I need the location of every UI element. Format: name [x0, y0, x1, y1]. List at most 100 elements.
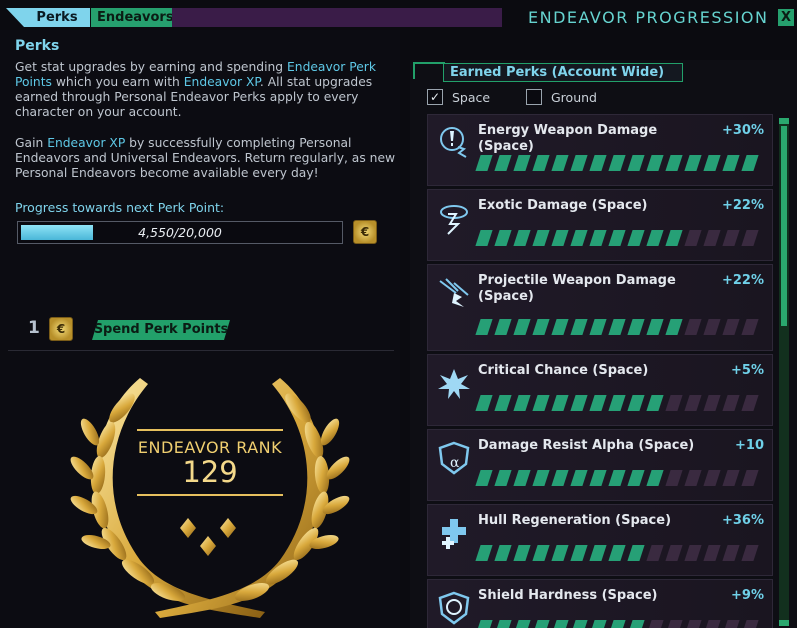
perk-value: +9%: [731, 588, 764, 603]
progress-segment-filled: [513, 470, 531, 486]
ground-checkbox[interactable]: [526, 89, 542, 105]
progress-segment-filled: [589, 230, 607, 246]
tab-notch: [6, 8, 24, 27]
progress-segment-filled: [532, 155, 550, 171]
progress-segment-empty: [722, 545, 740, 561]
scrollbar-thumb[interactable]: [781, 126, 787, 326]
progress-segment-empty: [684, 395, 702, 411]
progress-text: 4,550/20,000: [138, 225, 222, 240]
laurel-wreath-icon: [70, 378, 350, 618]
progress-segment-empty: [665, 620, 683, 628]
progress-segment-empty: [741, 470, 759, 486]
progress-segment-filled: [608, 620, 626, 628]
progress-segment-filled: [589, 155, 607, 171]
close-button[interactable]: X: [778, 9, 794, 26]
progress-segment-empty: [684, 545, 702, 561]
perk-card[interactable]: Hull Regeneration (Space) +36%: [427, 504, 773, 576]
perk-value: +22%: [721, 198, 764, 213]
desc-text: Gain: [15, 136, 48, 150]
progress-segment-filled: [627, 395, 645, 411]
perk-progress-bar: 4,550/20,000: [17, 221, 343, 244]
perk-card[interactable]: Energy Weapon Damage (Space) +30%: [427, 114, 773, 186]
progress-segment-filled: [551, 319, 569, 335]
spend-perk-points-button[interactable]: Spend Perk Points: [92, 320, 230, 340]
endeavor-xp-link[interactable]: Endeavor XP: [47, 136, 125, 150]
progress-segment-filled: [722, 155, 740, 171]
progress-segment-filled: [589, 545, 607, 561]
perk-value: +5%: [731, 363, 764, 378]
progress-segment-empty: [722, 620, 740, 628]
perk-value: +36%: [721, 513, 764, 528]
progress-segment-empty: [741, 620, 759, 628]
progress-segment-filled: [494, 545, 512, 561]
perk-card[interactable]: Projectile Weapon Damage (Space) +22%: [427, 264, 773, 351]
progress-segment-filled: [589, 620, 607, 628]
progress-segment-empty: [703, 620, 721, 628]
progress-segment-empty: [684, 230, 702, 246]
perk-points-count: 1: [28, 318, 40, 338]
tab-endeavors[interactable]: Endeavors: [91, 8, 179, 27]
progress-segment-empty: [703, 319, 721, 335]
perk-list: Energy Weapon Damage (Space) +30% Exotic D…: [423, 112, 775, 628]
progress-segment-filled: [608, 319, 626, 335]
perk-card[interactable]: Shield Hardness (Space) +9%: [427, 579, 773, 628]
progress-segment-filled: [475, 395, 493, 411]
progress-segment-filled: [589, 395, 607, 411]
damage-resist-icon: α: [438, 441, 470, 475]
progress-segment-filled: [646, 230, 664, 246]
perk-value: +22%: [721, 273, 764, 288]
progress-segment-filled: [608, 470, 626, 486]
projectile-weapon-icon: [439, 278, 469, 307]
check-icon: ✓: [429, 90, 441, 104]
progress-segment-filled: [570, 395, 588, 411]
progress-segment-filled: [494, 395, 512, 411]
scroll-up-arrow[interactable]: [779, 118, 789, 124]
perk-card[interactable]: Critical Chance (Space) +5%: [427, 354, 773, 426]
window-title: ENDEAVOR PROGRESSION: [528, 8, 769, 27]
progress-segment-empty: [741, 545, 759, 561]
tab-perks[interactable]: Perks: [24, 8, 90, 27]
endeavor-xp-link[interactable]: Endeavor XP: [184, 75, 260, 89]
progress-segment-empty: [684, 620, 702, 628]
perk-card[interactable]: α Damage Resist Alpha (Space) +10: [427, 429, 773, 501]
progress-segment-filled: [513, 620, 531, 628]
progress-segment-empty: [722, 470, 740, 486]
perk-card[interactable]: Exotic Damage (Space) +22%: [427, 189, 773, 261]
progress-segment-filled: [494, 230, 512, 246]
progress-segment-filled: [475, 230, 493, 246]
progress-segment-filled: [551, 470, 569, 486]
progress-segment-filled: [703, 155, 721, 171]
desc-text: Get stat upgrades by earning and spendin…: [15, 60, 287, 74]
perk-name: Critical Chance (Space): [478, 363, 649, 378]
exotic-damage-icon: [440, 205, 468, 235]
progress-segment-filled: [589, 319, 607, 335]
progress-segment-filled: [741, 155, 759, 171]
ground-filter-label[interactable]: Ground: [551, 90, 597, 105]
progress-segment-filled: [551, 620, 569, 628]
progress-segment-empty: [703, 545, 721, 561]
perks-heading: Perks: [15, 38, 60, 54]
progress-segment-empty: [722, 230, 740, 246]
progress-segment-filled: [513, 395, 531, 411]
perk-name: Projectile Weapon Damage (Space): [478, 273, 676, 304]
space-checkbox[interactable]: ✓: [427, 89, 443, 105]
progress-segment-filled: [532, 395, 550, 411]
progress-segment-filled: [494, 470, 512, 486]
tab-strip: [172, 8, 502, 27]
progress-segment-filled: [494, 620, 512, 628]
critical-chance-icon: [438, 369, 470, 399]
progress-segment-filled: [646, 155, 664, 171]
progress-segment-filled: [570, 155, 588, 171]
perks-description: Get stat upgrades by earning and spendin…: [15, 60, 400, 120]
progress-segment-empty: [665, 395, 683, 411]
progress-segment-empty: [684, 470, 702, 486]
progress-segment-filled: [475, 545, 493, 561]
progress-segment-filled: [608, 545, 626, 561]
progress-segment-filled: [646, 470, 664, 486]
progress-segment-filled: [627, 620, 645, 628]
space-filter-label[interactable]: Space: [452, 90, 490, 105]
progress-segment-filled: [646, 319, 664, 335]
scroll-down-arrow[interactable]: [779, 620, 789, 626]
progress-segment-empty: [646, 545, 664, 561]
progress-segment-filled: [570, 319, 588, 335]
